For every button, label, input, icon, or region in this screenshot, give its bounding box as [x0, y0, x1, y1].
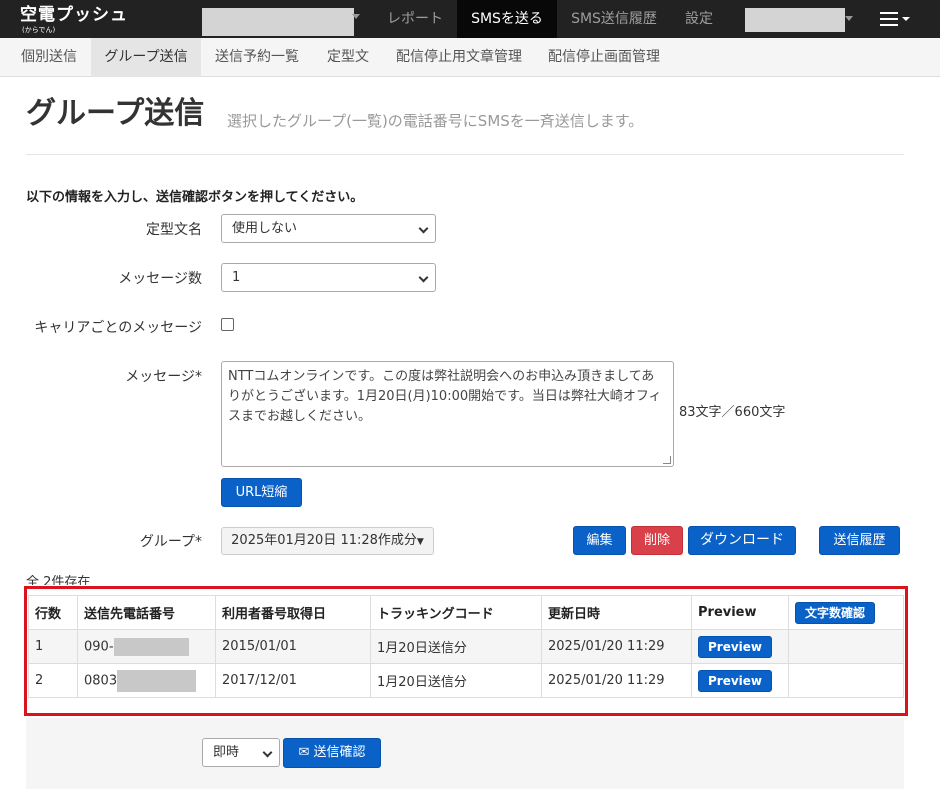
- send-history-button[interactable]: 送信履歴: [819, 526, 900, 555]
- acquired-date: 2015/01/01: [215, 629, 371, 664]
- table-header-row: 行数 送信先電話番号 利用者番号取得日 トラッキングコード 更新日時 Previ…: [28, 595, 904, 630]
- col-tracking-code: トラッキングコード: [370, 595, 542, 630]
- phone-prefix: 0803: [84, 673, 118, 688]
- carrier-message-label: キャリアごとのメッセージ: [34, 320, 202, 336]
- chevron-down-icon: [262, 747, 273, 758]
- chevron-down-icon: [418, 223, 429, 234]
- row-number: 2: [28, 663, 78, 698]
- nav-item-report[interactable]: レポート: [374, 0, 456, 38]
- col-row-number: 行数: [28, 595, 78, 630]
- page-subtitle: 選択したグループ(一覧)の電話番号にSMSを一斉送信します。: [227, 112, 644, 130]
- message-text: NTTコムオンラインです。この度は弊社説明会へのお申込み頂きましてありがとうござ…: [228, 369, 662, 424]
- preview-cell: Preview: [691, 663, 789, 698]
- form-instructions: 以下の情報を入力し、送信確認ボタンを押してください。: [26, 190, 364, 205]
- send-timing-select[interactable]: 即時: [202, 738, 280, 767]
- nav-item-send-sms[interactable]: SMSを送る: [457, 0, 557, 38]
- col-preview: Preview: [691, 595, 789, 630]
- col-char-check: 文字数確認: [788, 595, 904, 630]
- row-number: 1: [28, 629, 78, 664]
- hamburger-menu-icon[interactable]: [880, 12, 898, 26]
- redacted-account-selector[interactable]: [202, 8, 354, 36]
- brand-subtitle: (からでん): [22, 26, 56, 34]
- table-row: 1 090- 2015/01/01 1月20日送信分 2025/01/20 11…: [28, 629, 904, 664]
- acquired-date: 2017/12/01: [215, 663, 371, 698]
- redacted-phone: [117, 669, 197, 692]
- chevron-down-icon: [352, 14, 360, 19]
- chevron-down-icon: [418, 272, 429, 283]
- envelope-icon: ✉: [298, 745, 310, 760]
- template-select-value: 使用しない: [232, 221, 298, 236]
- group-value: 2025年01月20日 11:28作成分: [231, 533, 417, 548]
- col-phone: 送信先電話番号: [77, 595, 216, 630]
- char-count: 83文字／660文字: [679, 405, 786, 420]
- download-button[interactable]: ダウンロード: [688, 526, 796, 555]
- message-count-label: メッセージ数: [118, 271, 202, 287]
- send-confirm-button[interactable]: ✉ 送信確認: [283, 738, 381, 768]
- phone-prefix: 090-: [84, 639, 114, 654]
- top-navbar: 空電プッシュ (からでん) レポート SMSを送る SMS送信履歴 設定: [0, 0, 940, 38]
- delete-button[interactable]: 削除: [631, 526, 683, 555]
- caret-down-icon: ▼: [416, 537, 424, 547]
- phone-cell: 0803: [77, 663, 216, 698]
- message-label: メッセージ*: [125, 369, 202, 385]
- chevron-down-icon: [845, 16, 853, 21]
- template-select[interactable]: 使用しない: [221, 214, 436, 243]
- recipient-table: 行数 送信先電話番号 利用者番号取得日 トラッキングコード 更新日時 Previ…: [28, 595, 904, 698]
- table-row: 2 0803 2017/12/01 1月20日送信分 2025/01/20 11…: [28, 663, 904, 698]
- sub-navbar: 個別送信 グループ送信 送信予約一覧 定型文 配信停止用文章管理 配信停止画面管…: [0, 38, 940, 77]
- message-textarea[interactable]: NTTコムオンラインです。この度は弊社説明会へのお申込み頂きましてありがとうござ…: [221, 361, 674, 467]
- subnav-scheduled-list[interactable]: 送信予約一覧: [202, 38, 312, 77]
- chevron-down-icon: [902, 17, 910, 21]
- message-count-value: 1: [232, 270, 241, 285]
- record-count: 全 2件存在: [26, 575, 91, 585]
- page-title: グループ送信: [26, 96, 205, 131]
- subnav-stop-text-manage[interactable]: 配信停止用文章管理: [384, 38, 534, 77]
- resize-handle-icon[interactable]: [663, 456, 671, 464]
- empty-cell: [788, 663, 904, 698]
- subnav-templates[interactable]: 定型文: [313, 38, 383, 77]
- subnav-stop-screen-manage[interactable]: 配信停止画面管理: [535, 38, 673, 77]
- updated-at: 2025/01/20 11:29: [541, 629, 692, 664]
- send-timing-value: 即時: [213, 745, 240, 760]
- subnav-individual-send[interactable]: 個別送信: [8, 38, 90, 77]
- phone-cell: 090-: [77, 629, 216, 664]
- updated-at: 2025/01/20 11:29: [541, 663, 692, 698]
- brand-logo[interactable]: 空電プッシュ: [20, 6, 128, 24]
- char-check-button[interactable]: 文字数確認: [795, 601, 876, 624]
- template-label: 定型文名: [146, 222, 202, 238]
- url-shorten-button[interactable]: URL短縮: [221, 478, 302, 507]
- redacted-phone: [113, 637, 189, 656]
- col-updated: 更新日時: [541, 595, 692, 630]
- submit-panel: 即時 ✉ 送信確認: [26, 718, 904, 789]
- redacted-user-menu[interactable]: [745, 8, 845, 32]
- preview-button[interactable]: Preview: [698, 669, 773, 692]
- group-label: グループ*: [139, 534, 202, 550]
- preview-cell: Preview: [691, 629, 789, 664]
- subnav-group-send[interactable]: グループ送信: [91, 38, 201, 77]
- group-dropdown[interactable]: 2025年01月20日 11:28作成分▼: [221, 527, 434, 555]
- empty-cell: [788, 629, 904, 664]
- divider: [26, 154, 904, 155]
- message-count-select[interactable]: 1: [221, 263, 436, 292]
- col-acquired-date: 利用者番号取得日: [215, 595, 371, 630]
- nav-item-settings[interactable]: 設定: [672, 0, 726, 38]
- preview-button[interactable]: Preview: [698, 635, 773, 658]
- tracking-code: 1月20日送信分: [370, 663, 542, 698]
- nav-item-sms-history[interactable]: SMS送信履歴: [558, 0, 670, 38]
- carrier-message-checkbox[interactable]: [221, 318, 234, 331]
- edit-button[interactable]: 編集: [573, 526, 626, 555]
- send-confirm-label: 送信確認: [313, 745, 366, 760]
- tracking-code: 1月20日送信分: [370, 629, 542, 664]
